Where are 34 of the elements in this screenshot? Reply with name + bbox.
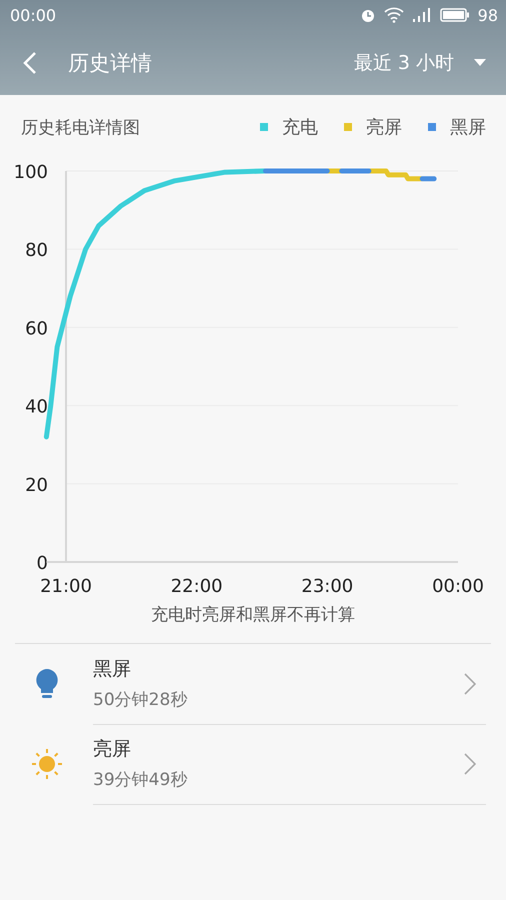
x-tick-label: 23:00: [301, 576, 354, 597]
usage-row[interactable]: 亮屏 39分钟49秒: [0, 724, 506, 804]
page-title: 历史详情: [68, 50, 152, 76]
x-tick-label: 22:00: [170, 576, 223, 597]
chart-note: 充电时亮屏和黑屏不再计算: [150, 604, 356, 627]
legend-label: 黑屏: [450, 116, 486, 139]
x-tick-label: 00:00: [432, 576, 484, 597]
alarm-icon: [360, 7, 376, 23]
row-title: 亮屏: [93, 737, 132, 762]
row-duration: 50分钟28秒: [93, 689, 188, 711]
battery-icon: [440, 7, 470, 23]
y-tick-label: 60: [25, 318, 48, 340]
legend-label: 亮屏: [366, 116, 402, 139]
caret-icon: [474, 58, 486, 66]
back-icon[interactable]: [22, 50, 38, 74]
row-duration: 39分钟49秒: [93, 769, 188, 791]
row-title: 黑屏: [93, 657, 132, 682]
lightbulb-icon: [34, 668, 58, 700]
status-time: 00:00: [10, 6, 56, 24]
y-tick-label: 0: [36, 553, 48, 574]
usage-row[interactable]: 黑屏 50分钟28秒: [0, 644, 506, 724]
chevron-icon: [464, 672, 476, 694]
battery-percent: 98: [478, 6, 498, 24]
y-tick-label: 20: [25, 474, 48, 496]
legend-label: 充电: [282, 116, 318, 139]
y-tick-label: 40: [25, 396, 48, 418]
signal-icon: [412, 7, 432, 23]
x-tick-label: 21:00: [40, 576, 92, 597]
y-tick-label: 100: [14, 162, 48, 183]
chevron-icon: [464, 752, 476, 774]
wifi-icon: [384, 7, 404, 23]
y-tick-label: 80: [25, 240, 48, 262]
sun-icon: [30, 748, 62, 780]
chart-title: 历史耗电详情图: [21, 116, 140, 138]
